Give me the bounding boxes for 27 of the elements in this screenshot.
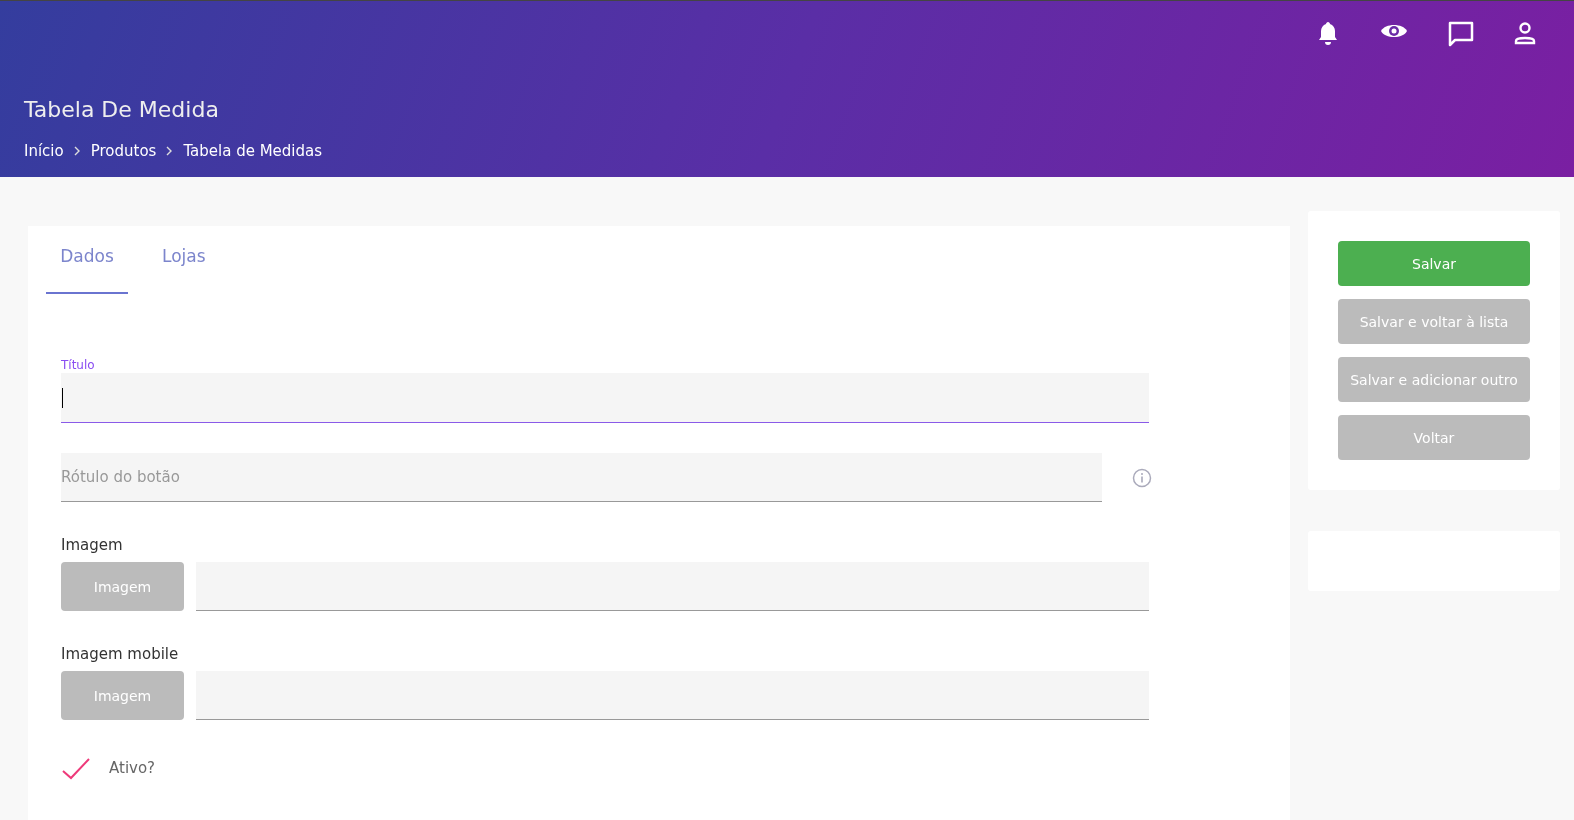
breadcrumb[interactable]: Início (24, 142, 64, 160)
info-icon[interactable] (1132, 467, 1152, 488)
page-title: Tabela De Medida (24, 97, 220, 122)
input-field[interactable] (196, 671, 1149, 720)
checkbox-label: Ativo? (109, 759, 156, 777)
chat-icon[interactable] (1448, 21, 1474, 47)
input-field[interactable]: Rótulo do botão (61, 453, 1102, 502)
tab[interactable]: Dados (46, 226, 128, 294)
input-field[interactable] (61, 373, 1149, 423)
bell-icon[interactable] (1316, 21, 1340, 47)
image-button[interactable]: Imagem (61, 562, 184, 611)
tab[interactable]: Lojas (150, 226, 218, 294)
breadcrumb[interactable]: Tabela de Medidas (183, 142, 323, 160)
checkbox[interactable] (61, 756, 91, 780)
breadcrumb[interactable]: Produtos (90, 142, 157, 160)
chevron-icon (73, 146, 81, 156)
action-button[interactable]: Salvar e adicionar outro (1338, 357, 1530, 402)
field-label: Imagem mobile (61, 645, 180, 663)
field-label: Título (61, 358, 95, 372)
chevron-icon (166, 146, 174, 156)
image-button[interactable]: Imagem (61, 671, 184, 720)
action-button[interactable]: Salvar (1338, 241, 1530, 286)
input-field[interactable] (196, 562, 1149, 611)
user-icon[interactable] (1514, 21, 1536, 45)
action-button[interactable]: Salvar e voltar à lista (1338, 299, 1530, 344)
field-label: Imagem (61, 536, 124, 554)
action-button[interactable]: Voltar (1338, 415, 1530, 460)
